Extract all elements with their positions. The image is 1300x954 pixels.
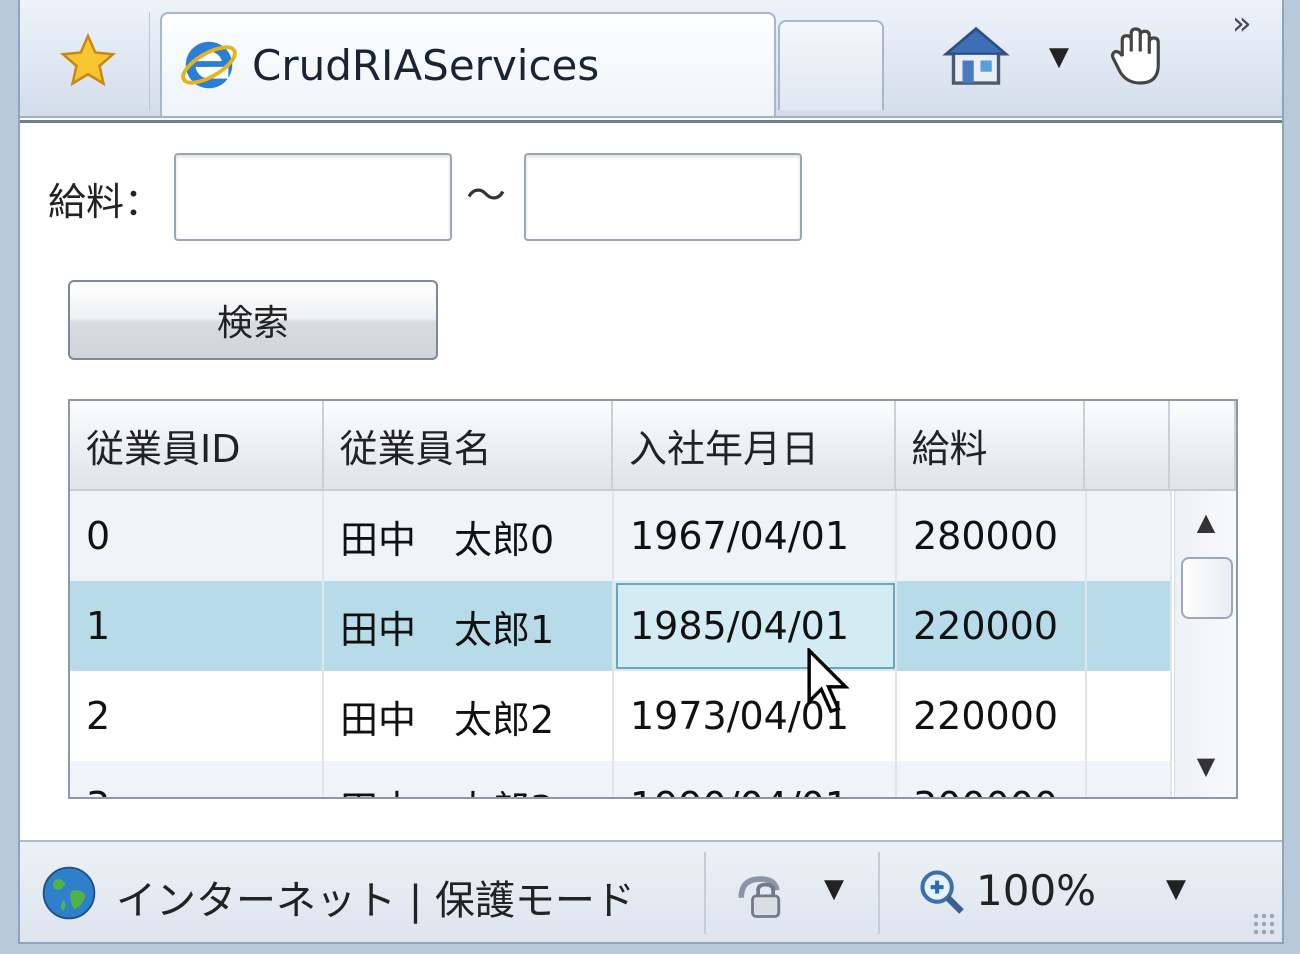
tab-bar: CrudRIAServices ▼ » xyxy=(20,0,1282,118)
salary-max-input[interactable] xyxy=(524,153,802,241)
cell-employee-id[interactable]: 0 xyxy=(70,491,324,581)
cell-filler xyxy=(1087,671,1172,761)
cell-salary[interactable]: 300000 xyxy=(897,761,1087,797)
lock-icon[interactable] xyxy=(730,864,790,924)
internet-explorer-icon xyxy=(181,41,237,89)
column-header-salary[interactable]: 給料 xyxy=(896,401,1086,489)
cell-employee-name[interactable]: 田中 太郎3 xyxy=(324,761,614,797)
cell-employee-id[interactable]: 3 xyxy=(70,761,324,797)
cell-filler xyxy=(1087,761,1172,797)
favorites-button[interactable] xyxy=(26,12,150,110)
table-row[interactable]: 0 田中 太郎0 1967/04/01 280000 xyxy=(70,491,1172,581)
cell-filler xyxy=(1087,491,1172,581)
scroll-up-arrow[interactable]: ▲ xyxy=(1175,497,1236,547)
cell-filler xyxy=(1087,581,1172,671)
cell-salary[interactable]: 220000 xyxy=(897,581,1087,671)
cell-hire-date[interactable]: 1990/04/01 xyxy=(614,761,897,797)
mouse-cursor-icon xyxy=(807,648,850,714)
vertical-scrollbar[interactable]: ▲ ▼ xyxy=(1174,491,1236,797)
status-separator xyxy=(878,852,880,934)
resize-grip[interactable] xyxy=(1252,912,1276,936)
scroll-down-arrow[interactable]: ▼ xyxy=(1175,741,1236,791)
status-bar: インターネット | 保護モード ▼ 100% ▼ xyxy=(20,840,1282,942)
table-row-partial[interactable]: 3 田中 太郎3 1990/04/01 300000 xyxy=(70,761,1172,797)
scrollbar-thumb[interactable] xyxy=(1181,557,1233,619)
cell-salary[interactable]: 280000 xyxy=(897,491,1087,581)
column-header-scroll-corner xyxy=(1170,401,1236,489)
cell-hire-date[interactable]: 1967/04/01 xyxy=(614,491,897,581)
zoom-level[interactable]: 100% xyxy=(976,866,1096,915)
star-icon xyxy=(59,32,116,87)
security-zone-text[interactable]: インターネット | 保護モード xyxy=(116,868,635,926)
tab-crudriaservices[interactable]: CrudRIAServices xyxy=(160,12,776,116)
cell-employee-id[interactable]: 2 xyxy=(70,671,324,761)
security-dropdown-arrow[interactable]: ▼ xyxy=(824,874,844,904)
globe-icon xyxy=(42,866,96,920)
column-header-hire-date[interactable]: 入社年月日 xyxy=(613,401,896,489)
page-content: 給料： ～ 検索 従業員ID 従業員名 入社年月日 給料 0 田中 太郎0 19… xyxy=(20,120,1282,838)
new-tab-button[interactable] xyxy=(778,20,884,110)
grid-header: 従業員ID 従業員名 入社年月日 給料 xyxy=(70,401,1236,491)
home-dropdown-arrow[interactable]: ▼ xyxy=(1044,42,1074,72)
grid-rows: 0 田中 太郎0 1967/04/01 280000 1 田中 太郎1 1985… xyxy=(70,491,1172,797)
zoom-dropdown-arrow[interactable]: ▼ xyxy=(1166,874,1186,904)
cell-employee-id[interactable]: 1 xyxy=(70,581,324,671)
cell-salary[interactable]: 220000 xyxy=(897,671,1087,761)
column-header-filler xyxy=(1085,401,1171,489)
hand-button[interactable] xyxy=(1102,20,1174,92)
salary-min-input[interactable] xyxy=(174,153,452,241)
status-separator xyxy=(704,852,706,934)
column-header-employee-id[interactable]: 従業員ID xyxy=(70,401,324,489)
home-icon xyxy=(942,26,1010,85)
search-button[interactable]: 検索 xyxy=(68,280,438,360)
hand-icon xyxy=(1110,27,1160,85)
home-button[interactable] xyxy=(940,20,1012,92)
cell-employee-name[interactable]: 田中 太郎0 xyxy=(324,491,614,581)
employee-data-grid: 従業員ID 従業員名 入社年月日 給料 0 田中 太郎0 1967/04/01 … xyxy=(68,399,1238,799)
range-separator: ～ xyxy=(466,173,506,219)
tab-title: CrudRIAServices xyxy=(252,40,600,90)
salary-label: 給料： xyxy=(48,180,163,224)
table-row[interactable]: 2 田中 太郎2 1973/04/01 220000 xyxy=(70,671,1172,761)
table-row-selected[interactable]: 1 田中 太郎1 1985/04/01 220000 xyxy=(70,581,1172,671)
cell-employee-name[interactable]: 田中 太郎1 xyxy=(324,581,614,671)
zoom-icon[interactable] xyxy=(916,866,968,918)
more-commands-chevron[interactable]: » xyxy=(1232,4,1251,42)
cell-employee-name[interactable]: 田中 太郎2 xyxy=(324,671,614,761)
column-header-employee-name[interactable]: 従業員名 xyxy=(324,401,614,489)
browser-window: CrudRIAServices ▼ » 給料： ～ 検索 従業員ID 従業員名 … xyxy=(18,0,1284,944)
